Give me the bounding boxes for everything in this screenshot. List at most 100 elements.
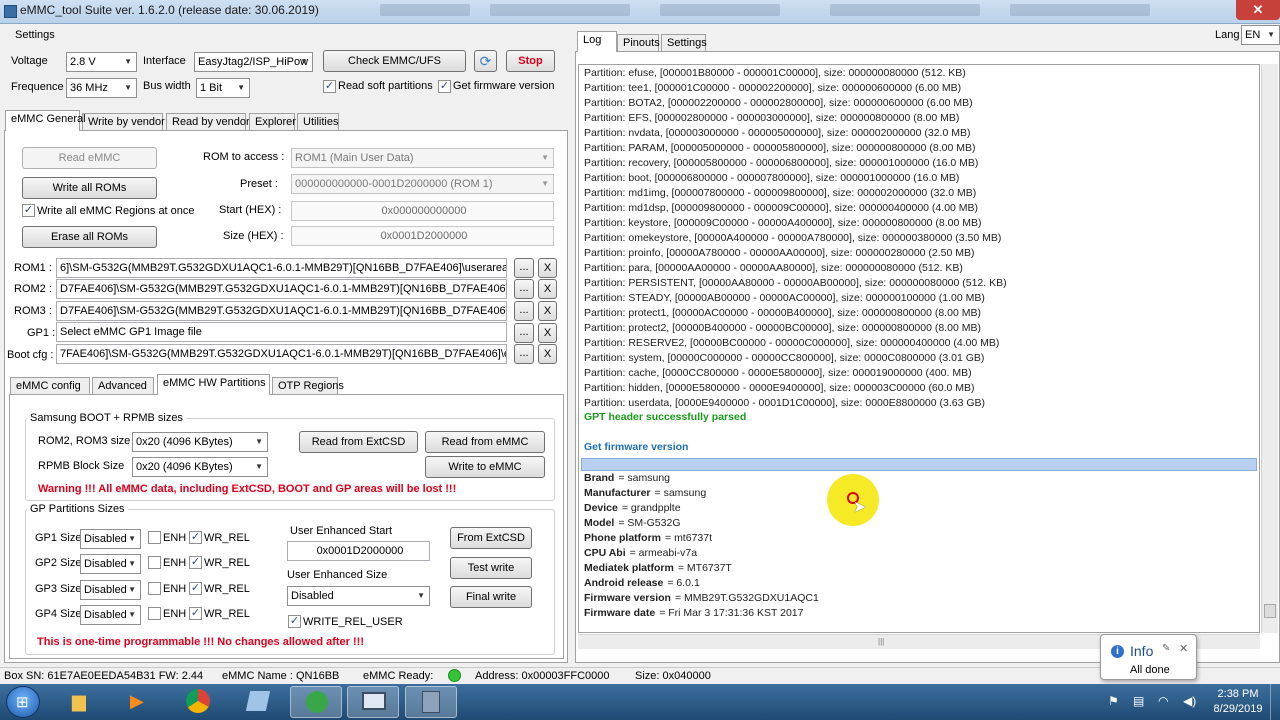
tray-clock-time[interactable]: 2:38 PM [1214, 688, 1262, 700]
rom2-browse-button[interactable]: ... [514, 279, 534, 299]
tray-clock-date[interactable]: 8/29/2019 [1208, 703, 1268, 715]
tray-volume-icon[interactable]: ◀) [1183, 694, 1196, 708]
tab-emmc-general[interactable]: eMMC General [5, 110, 86, 131]
window-close-button[interactable]: ✕ [1236, 0, 1280, 20]
gp3-wrrel-checkbox[interactable]: ✓ [189, 582, 202, 595]
erase-all-roms-button[interactable]: Erase all ROMs [22, 226, 157, 248]
tab-settings[interactable]: Settings [661, 34, 707, 52]
preset-select[interactable]: 000000000000-0001D2000000 (ROM 1) ▼ [291, 174, 554, 194]
gp1-path-input[interactable]: Select eMMC GP1 Image file [56, 322, 507, 342]
dropdown-arrow-icon: ▼ [1267, 30, 1275, 39]
bootcfg-path-input[interactable]: 7FAE406]\SM-G532G(MMB29T.G532GDXU1AQC1-6… [56, 344, 507, 364]
user-enh-size-value: Disabled [291, 590, 334, 602]
gp1-clear-button[interactable]: X [538, 323, 557, 343]
final-write-button[interactable]: Final write [450, 586, 532, 608]
log-line: Partition: efuse, [000001B80000 - 000001… [584, 67, 966, 79]
taskbar-explorer[interactable]: ▆ [56, 686, 108, 718]
gp3-size-select[interactable]: Disabled ▼ [80, 580, 141, 600]
rom3-browse-button[interactable]: ... [514, 301, 534, 321]
balloon-close-icon[interactable]: ✕ [1179, 642, 1188, 655]
write-all-roms-button[interactable]: Write all ROMs [22, 177, 157, 199]
gp2-wrrel-checkbox[interactable]: ✓ [189, 556, 202, 569]
taskbar-media-player[interactable]: ▶ [113, 686, 165, 718]
start-hex-input[interactable]: 0x000000000000 [291, 201, 554, 221]
log-output[interactable]: Partition: efuse, [000001B80000 - 000001… [578, 64, 1260, 633]
write-all-regions-checkbox[interactable]: ✓ [22, 204, 35, 217]
gp1-size-select[interactable]: Disabled ▼ [80, 529, 141, 549]
dropdown-arrow-icon: ▼ [128, 559, 136, 568]
tray-wifi-icon[interactable]: ◠ [1158, 694, 1168, 708]
rom2-clear-button[interactable]: X [538, 279, 557, 299]
read-emmc-button[interactable]: Read eMMC [22, 147, 157, 169]
rpmb-size-select[interactable]: 0x20 (4096 KBytes) ▼ [132, 457, 268, 477]
refresh-button[interactable]: ⟳ [474, 50, 497, 72]
read-soft-partitions-checkbox[interactable]: ✓ [323, 80, 336, 93]
user-enh-size-select[interactable]: Disabled ▼ [287, 586, 430, 606]
tab-emmc-config[interactable]: eMMC config [10, 377, 90, 395]
log-field-key: Brand [584, 472, 615, 484]
write-to-emmc-button[interactable]: Write to eMMC [425, 456, 545, 478]
start-button[interactable]: ⊞ [6, 686, 40, 718]
tab-explorer[interactable]: Explorer [249, 113, 296, 131]
rom1-browse-button[interactable]: ... [514, 258, 534, 278]
interface-select[interactable]: EasyJtag2/ISP_HiPow ▼ [194, 52, 313, 72]
log-field-value: = SM-G532G [618, 517, 681, 529]
gp4-size-select[interactable]: Disabled ▼ [80, 605, 141, 625]
gp3-enh-checkbox[interactable] [148, 582, 161, 595]
balloon-settings-icon[interactable]: ✎ [1162, 643, 1170, 654]
interface-label: Interface [143, 55, 186, 67]
rom1-path-input[interactable]: 6]\SM-G532G(MMB29T.G532GDXU1AQC1-6.0.1-M… [56, 258, 507, 278]
gp1-enh-checkbox[interactable] [148, 531, 161, 544]
rom3-clear-button[interactable]: X [538, 301, 557, 321]
tab-otp-regions[interactable]: OTP Regions [272, 377, 344, 395]
tab-pinouts[interactable]: Pinouts [617, 34, 660, 52]
tray-flag-icon[interactable]: ⚑ [1108, 694, 1119, 708]
rom-to-access-select[interactable]: ROM1 (Main User Data) ▼ [291, 148, 554, 168]
taskbar-app[interactable] [233, 686, 285, 718]
tab-emmc-hw-partitions[interactable]: eMMC HW Partitions [157, 374, 270, 395]
get-firmware-checkbox[interactable]: ✓ [438, 80, 451, 93]
write-rel-user-checkbox[interactable]: ✓ [288, 615, 301, 628]
gp2-enh-checkbox[interactable] [148, 556, 161, 569]
rom23-size-select[interactable]: 0x20 (4096 KBytes) ▼ [132, 432, 268, 452]
gp1-wrrel-checkbox[interactable]: ✓ [189, 531, 202, 544]
read-from-emmc-button[interactable]: Read from eMMC [425, 431, 545, 453]
tray-network-icon[interactable]: ▤ [1133, 694, 1144, 708]
tab-utilities[interactable]: Utilities [297, 113, 339, 131]
tab-write-by-vendor[interactable]: Write by vendor [82, 113, 165, 131]
log-vscroll-thumb[interactable] [1264, 604, 1276, 618]
mouse-pointer-icon: ➤ [853, 499, 867, 516]
gp2-wrrel-label: WR_REL [204, 557, 250, 569]
dropdown-arrow-icon: ▼ [237, 83, 245, 92]
show-desktop-button[interactable] [1270, 684, 1280, 720]
rom3-path-input[interactable]: D7FAE406]\SM-G532G(MMB29T.G532GDXU1AQC1-… [56, 301, 507, 321]
check-emmc-button[interactable]: Check EMMC/UFS [323, 50, 466, 72]
taskbar-chrome[interactable] [173, 686, 225, 718]
read-from-extcsd-button[interactable]: Read from ExtCSD [299, 431, 418, 453]
stop-button[interactable]: Stop [506, 50, 555, 72]
rom1-clear-button[interactable]: X [538, 258, 557, 278]
gp4-wrrel-checkbox[interactable]: ✓ [189, 607, 202, 620]
voltage-select[interactable]: 2.8 V ▼ [66, 52, 137, 72]
taskbar-emmc-tool[interactable] [405, 686, 457, 718]
from-extcsd-button[interactable]: From ExtCSD [450, 527, 532, 549]
bootcfg-clear-button[interactable]: X [538, 344, 557, 364]
rom2-path-input[interactable]: D7FAE406]\SM-G532G(MMB29T.G532GDXU1AQC1-… [56, 279, 507, 299]
tab-advanced[interactable]: Advanced [92, 377, 154, 395]
user-enh-start-input[interactable]: 0x0001D2000000 [287, 541, 430, 561]
size-hex-input[interactable]: 0x0001D2000000 [291, 226, 554, 246]
taskbar-network[interactable] [290, 686, 342, 718]
test-write-button[interactable]: Test write [450, 557, 532, 579]
info-balloon[interactable]: i Info ✎ ✕ All done [1100, 634, 1197, 680]
gp1-browse-button[interactable]: ... [514, 323, 534, 343]
frequency-select[interactable]: 36 MHz ▼ [66, 78, 137, 98]
gp4-enh-checkbox[interactable] [148, 607, 161, 620]
buswidth-select[interactable]: 1 Bit ▼ [196, 78, 250, 98]
tab-read-by-vendor[interactable]: Read by vendor [166, 113, 250, 131]
gp2-size-select[interactable]: Disabled ▼ [80, 554, 141, 574]
bootcfg-browse-button[interactable]: ... [514, 344, 534, 364]
log-vscrollbar[interactable] [1261, 64, 1278, 633]
lang-select[interactable]: EN ▼ [1241, 25, 1280, 45]
tab-log[interactable]: Log [577, 31, 617, 52]
taskbar-remote[interactable] [347, 686, 399, 718]
